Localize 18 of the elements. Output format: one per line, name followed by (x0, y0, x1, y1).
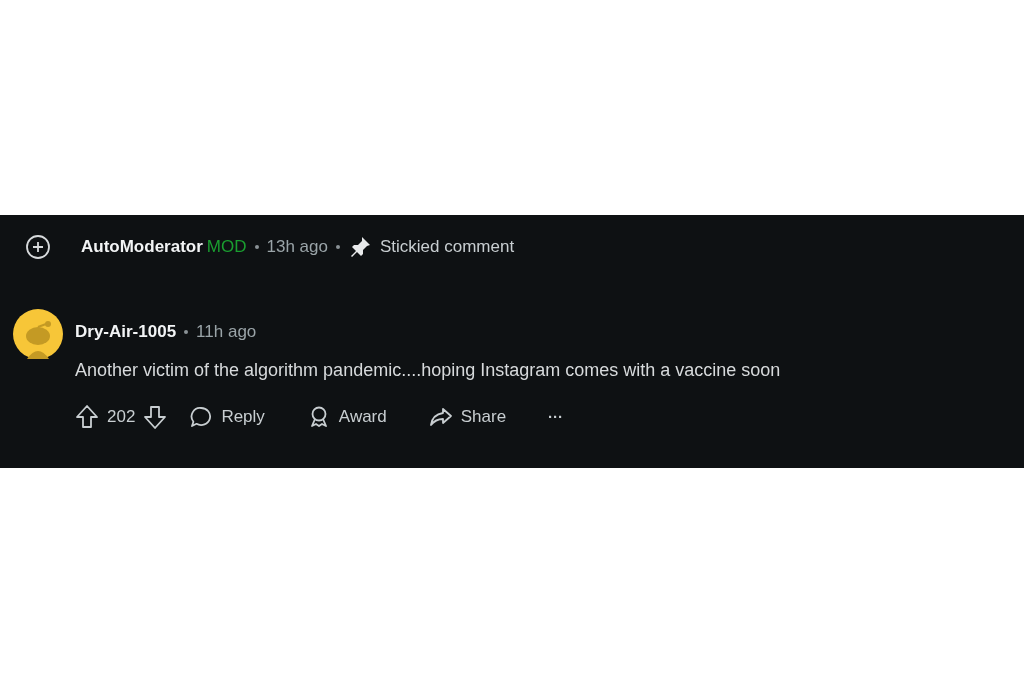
award-button[interactable]: Award (306, 404, 387, 430)
mod-label: MOD (206, 236, 247, 259)
share-button[interactable]: Share (428, 404, 507, 430)
downvote-icon[interactable] (143, 404, 168, 430)
timestamp: 11h ago (196, 321, 257, 344)
reply-button[interactable]: Reply (189, 404, 265, 430)
stickied-label: Stickied comment (379, 236, 515, 259)
upvote-icon[interactable] (75, 404, 99, 430)
expand-icon[interactable] (25, 234, 51, 260)
more-button[interactable]: ··· (548, 405, 564, 429)
comment-text: Another victim of the algorithm pandemic....hoping Instagram comes with a vaccine soon (75, 359, 781, 382)
share-icon (428, 405, 453, 429)
author-name[interactable]: AutoModerator (81, 234, 203, 260)
timestamp: 13h ago (266, 236, 328, 259)
speech-bubble-icon (189, 405, 214, 429)
avatar-icon[interactable] (13, 309, 63, 359)
vote-count: 202 (107, 406, 136, 429)
author-name[interactable]: Dry-Air-1005 (75, 319, 177, 345)
